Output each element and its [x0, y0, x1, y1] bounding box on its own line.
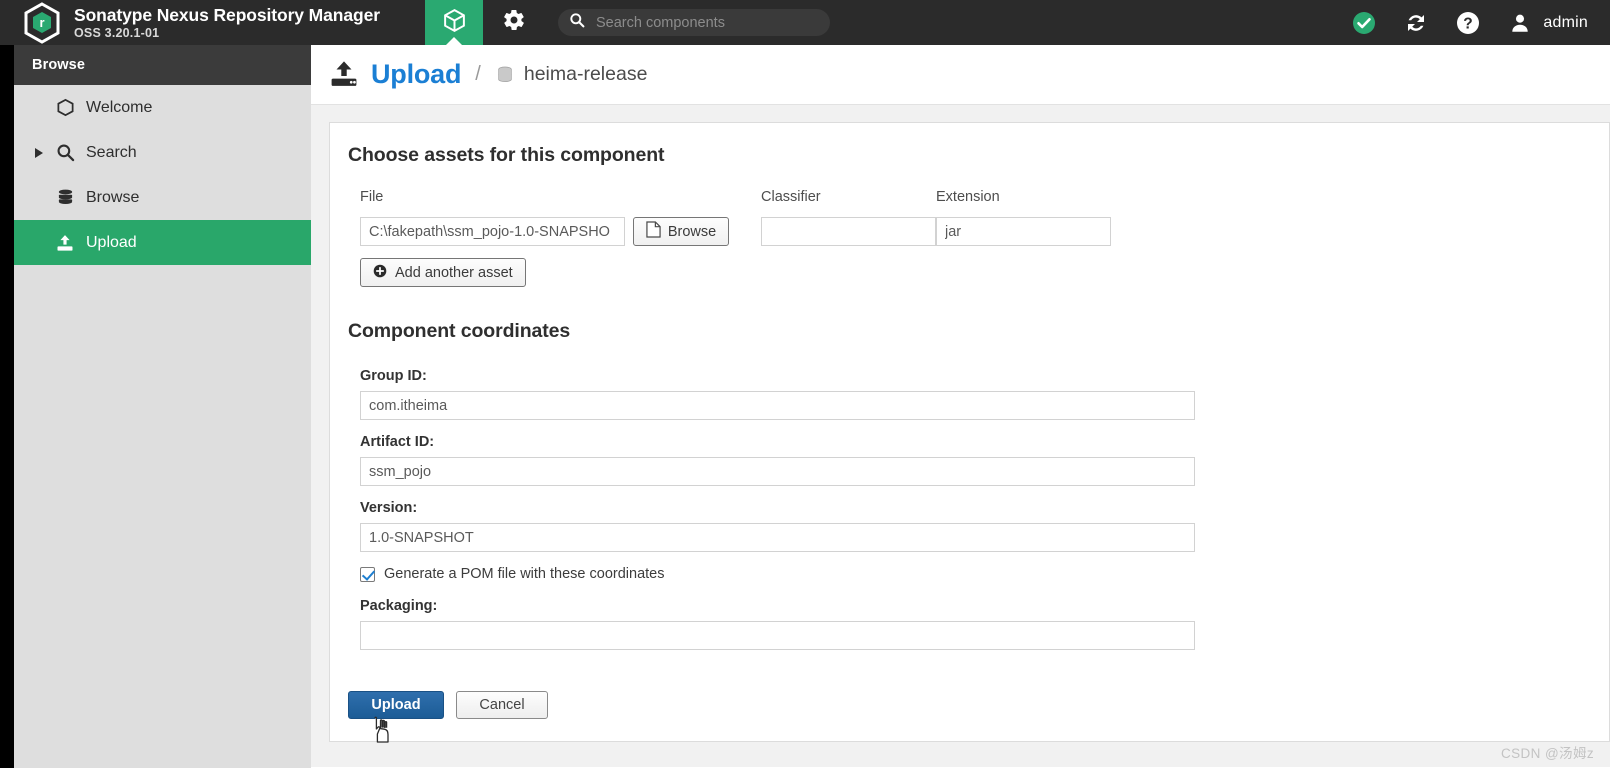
- nexus-repository-manager-app: r Sonatype Nexus Repository Manager OSS …: [0, 0, 1610, 768]
- search-input[interactable]: [594, 13, 806, 32]
- green-check-circle-icon[interactable]: [1351, 10, 1377, 36]
- breadcrumb-separator: /: [475, 63, 481, 85]
- sidebar-item-label: Welcome: [86, 98, 153, 116]
- upload-form-card: Choose assets for this component File C:…: [329, 122, 1610, 742]
- user-name-label: admin: [1543, 13, 1588, 31]
- brand-text-block: Sonatype Nexus Repository Manager OSS 3.…: [74, 5, 380, 40]
- classifier-column-header: Classifier: [761, 189, 821, 205]
- left-rail: [0, 45, 14, 768]
- artifact-id-input[interactable]: [360, 457, 1195, 486]
- extension-input[interactable]: [936, 217, 1111, 246]
- watermark: CSDN @汤姆z: [1500, 746, 1594, 761]
- header-right-icons: ? admin: [1351, 0, 1610, 45]
- page-title[interactable]: Upload: [371, 59, 461, 90]
- generate-pom-checkbox[interactable]: [360, 566, 375, 582]
- packaging-input[interactable]: [360, 621, 1195, 650]
- generate-pom-label: Generate a POM file with these coordinat…: [384, 566, 665, 582]
- database-icon: [495, 65, 515, 85]
- add-another-asset-button[interactable]: Add another asset: [360, 258, 526, 287]
- gear-icon: [502, 8, 526, 37]
- assets-section-heading: Choose assets for this component: [348, 144, 665, 166]
- svg-text:?: ?: [1464, 15, 1473, 32]
- group-id-label: Group ID:: [360, 368, 427, 384]
- browse-button-label: Browse: [667, 223, 717, 240]
- classifier-input[interactable]: [761, 217, 936, 246]
- breadcrumb: Upload / heima-release: [311, 45, 1610, 105]
- panel-background: Choose assets for this component File C:…: [311, 105, 1610, 767]
- packaging-label: Packaging:: [360, 598, 438, 614]
- sidebar-section-title: Browse: [14, 45, 311, 85]
- file-path-input[interactable]: [360, 217, 625, 246]
- nav-tab-browse[interactable]: [425, 0, 483, 45]
- version-label: Version:: [360, 500, 418, 516]
- app-title: Sonatype Nexus Repository Manager: [74, 5, 380, 26]
- search-icon: [569, 12, 585, 33]
- artifact-id-label: Artifact ID:: [360, 434, 435, 450]
- sidebar-item-label: Upload: [86, 233, 137, 251]
- sidebar-item-label: Browse: [86, 188, 140, 206]
- svg-text:r: r: [39, 15, 44, 30]
- plus-circle-icon: [373, 264, 387, 282]
- sidebar-item-search[interactable]: Search: [14, 130, 311, 175]
- sidebar-item-browse[interactable]: Browse: [14, 175, 311, 220]
- sidebar-item-label: Search: [86, 143, 137, 161]
- asset-columns: File Browse: [348, 189, 1609, 246]
- group-id-field: Group ID:: [348, 368, 1609, 420]
- browse-file-button[interactable]: Browse: [633, 217, 729, 246]
- user-avatar-icon: [1507, 10, 1533, 36]
- user-menu[interactable]: admin: [1507, 10, 1588, 36]
- cancel-button[interactable]: Cancel: [456, 691, 548, 719]
- file-document-icon: [646, 221, 661, 242]
- question-circle-icon[interactable]: ?: [1455, 10, 1481, 36]
- brand-block: r Sonatype Nexus Repository Manager OSS …: [0, 0, 425, 45]
- nav-tab-admin-settings[interactable]: [483, 0, 545, 45]
- form-actions: Upload Cancel: [348, 691, 548, 719]
- upload-button[interactable]: Upload: [348, 691, 444, 719]
- group-id-input[interactable]: [360, 391, 1195, 420]
- content-area: Upload / heima-release Choose assets for…: [311, 45, 1610, 768]
- search-icon: [50, 143, 80, 162]
- version-field: Version:: [348, 500, 1609, 552]
- app-version: OSS 3.20.1-01: [74, 25, 160, 40]
- packaging-field: Packaging:: [348, 598, 1609, 650]
- chevron-right-icon[interactable]: [28, 147, 50, 159]
- file-column-header: File: [360, 189, 384, 205]
- hexagon-icon: [50, 98, 80, 117]
- coordinates-section-heading: Component coordinates: [348, 320, 571, 342]
- box-cube-icon: [442, 8, 467, 38]
- refresh-icon[interactable]: [1403, 10, 1429, 36]
- sidebar-item-upload[interactable]: Upload: [14, 220, 311, 265]
- sidebar-item-welcome[interactable]: Welcome: [14, 85, 311, 130]
- file-column: File Browse: [360, 189, 748, 246]
- classifier-column: Classifier: [761, 189, 936, 246]
- version-input[interactable]: [360, 523, 1195, 552]
- generate-pom-checkbox-row[interactable]: Generate a POM file with these coordinat…: [348, 566, 1609, 582]
- nexus-hexagon-logo-icon: r: [22, 1, 62, 45]
- add-another-asset-label: Add another asset: [395, 264, 513, 281]
- top-header-bar: r Sonatype Nexus Repository Manager OSS …: [0, 0, 1610, 45]
- file-row: Browse: [360, 217, 748, 246]
- database-icon: [50, 188, 80, 207]
- sidebar: Browse Welcome Search Browse Upload: [14, 45, 311, 768]
- extension-column: Extension: [936, 189, 1111, 246]
- breadcrumb-repository-name: heima-release: [523, 63, 648, 85]
- artifact-id-field: Artifact ID:: [348, 434, 1609, 486]
- upload-icon: [50, 233, 80, 253]
- upload-server-icon: [328, 59, 360, 90]
- extension-column-header: Extension: [936, 189, 1000, 205]
- global-search-box[interactable]: [558, 9, 830, 36]
